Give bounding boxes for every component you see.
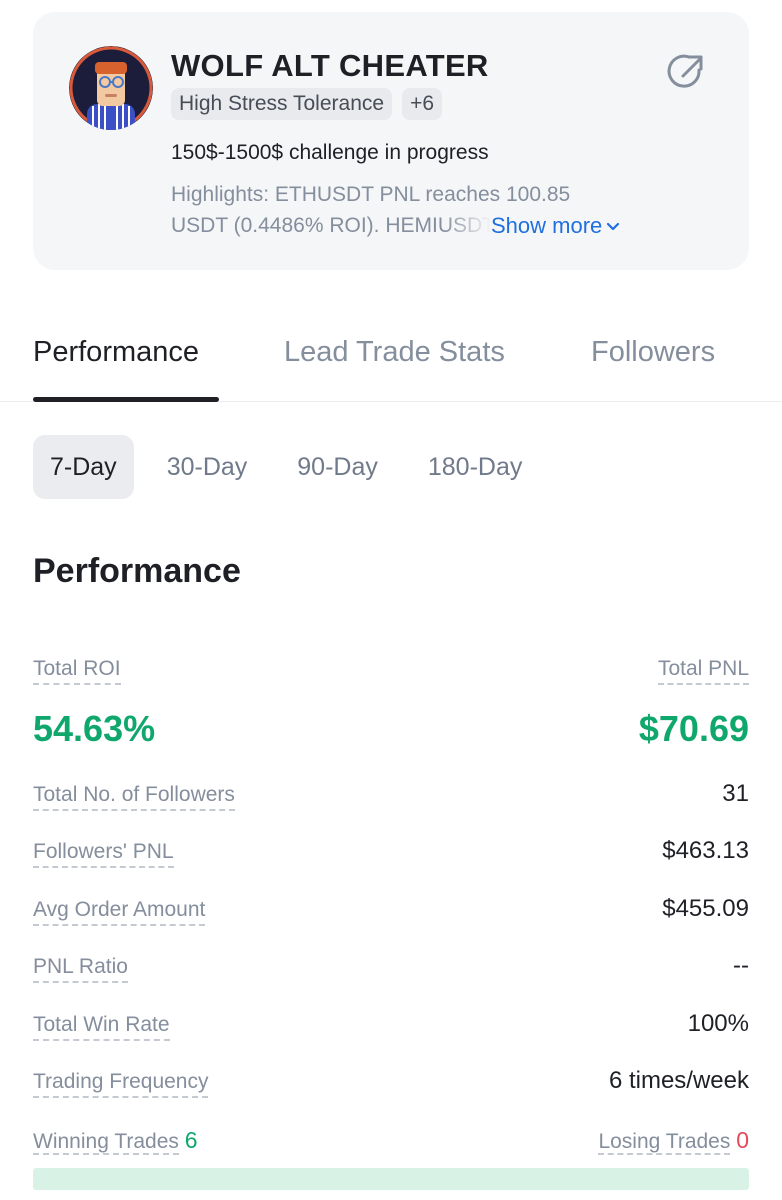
more-tags-badge[interactable]: +6 <box>402 88 443 120</box>
highlights-text: Highlights: ETHUSDT PNL reaches 100.85 U… <box>171 179 641 241</box>
total-roi-label[interactable]: Total ROI <box>33 656 121 685</box>
winning-trades-label[interactable]: Winning Trades <box>33 1130 179 1155</box>
period-90-day[interactable]: 90-Day <box>280 435 395 499</box>
losing-trades-value: 0 <box>736 1127 749 1153</box>
trading-frequency-value: 6 times/week <box>608 1067 749 1094</box>
followers-count-value: 31 <box>722 780 749 807</box>
show-more-link[interactable]: Show more <box>491 210 620 241</box>
pnl-ratio-value: -- <box>733 952 749 979</box>
winning-trades: Winning Trades 6 <box>33 1127 198 1155</box>
highlights-line: USDT (0.4486% ROI). HEMIUSDT PNL <box>171 214 491 237</box>
total-pnl-value: $70.69 <box>638 708 749 749</box>
section-title: Performance <box>33 552 241 590</box>
pnl-ratio-label[interactable]: PNL Ratio <box>33 954 128 983</box>
avg-order-amount-value: $455.09 <box>662 895 749 922</box>
share-arrow-icon[interactable] <box>665 50 709 94</box>
profile-card: WOLF ALT CHEATER High Stress Tolerance +… <box>33 12 749 270</box>
losing-trades: Losing Trades 0 <box>598 1127 749 1155</box>
followers-count-label[interactable]: Total No. of Followers <box>33 782 235 811</box>
tag-badge[interactable]: High Stress Tolerance <box>171 88 393 120</box>
chevron-down-icon <box>607 222 620 230</box>
followers-pnl-label[interactable]: Followers' PNL <box>33 839 174 868</box>
followers-pnl-value: $463.13 <box>662 837 749 864</box>
tab-lead-trade-stats[interactable]: Lead Trade Stats <box>284 336 505 369</box>
period-30-day[interactable]: 30-Day <box>150 435 265 499</box>
highlights-line: Highlights: ETHUSDT PNL reaches 100.85 <box>171 183 571 206</box>
trading-frequency-label[interactable]: Trading Frequency <box>33 1069 209 1098</box>
period-7-day[interactable]: 7-Day <box>33 435 134 499</box>
trader-name: WOLF ALT CHEATER <box>171 48 489 83</box>
period-selector: 7-Day 30-Day 90-Day 180-Day <box>33 435 555 499</box>
trader-tags: High Stress Tolerance +6 <box>171 88 443 120</box>
tab-performance[interactable]: Performance <box>33 336 199 369</box>
total-roi-value: 54.63% <box>33 708 156 749</box>
show-more-label: Show more <box>491 213 603 238</box>
period-180-day[interactable]: 180-Day <box>411 435 540 499</box>
tab-followers[interactable]: Followers <box>591 336 715 369</box>
avatar[interactable] <box>69 46 153 130</box>
win-loss-ratio-bar <box>33 1168 749 1190</box>
win-rate-label[interactable]: Total Win Rate <box>33 1012 170 1041</box>
total-pnl-label[interactable]: Total PNL <box>657 656 749 685</box>
losing-trades-label[interactable]: Losing Trades <box>598 1130 731 1155</box>
trader-bio: 150$-1500$ challenge in progress <box>171 141 489 164</box>
main-tabs: Performance Lead Trade Stats Followers <box>0 330 782 402</box>
avg-order-amount-label[interactable]: Avg Order Amount <box>33 897 206 926</box>
active-tab-indicator <box>33 397 219 402</box>
win-rate-value: 100% <box>687 1010 749 1037</box>
winning-trades-value: 6 <box>184 1127 198 1153</box>
